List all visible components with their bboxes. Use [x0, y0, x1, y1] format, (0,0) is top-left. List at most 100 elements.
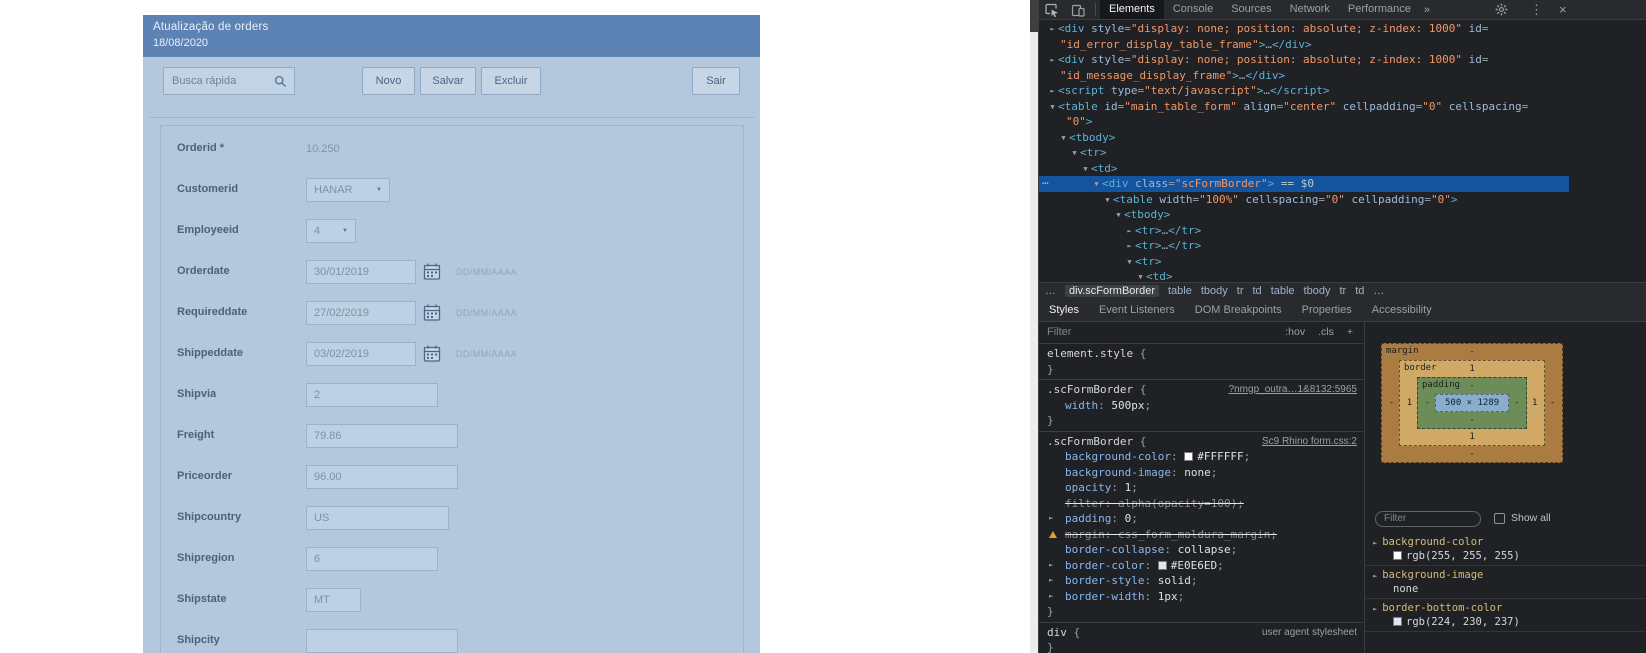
field-input[interactable]: 2 — [306, 383, 438, 407]
computed-property[interactable]: ► background-color rgb(255, 255, 255) — [1365, 533, 1646, 566]
twisty-open-icon[interactable]: ▼ — [1091, 177, 1102, 193]
devtools-tab-sources[interactable]: Sources — [1222, 0, 1280, 19]
breadcrumb-item[interactable]: tbody — [1201, 285, 1228, 297]
styles-tab-accessibility[interactable]: Accessibility — [1362, 304, 1442, 316]
box-model-border[interactable]: border 1 1 padding - - 500 × 1289 - - 1 … — [1399, 360, 1546, 446]
calendar-icon[interactable] — [423, 262, 442, 282]
dom-tree-row[interactable]: ▼ <tbody> — [1039, 207, 1569, 223]
stylesheet-link[interactable]: ?nmgp_outra…1&8132:5965 — [1229, 382, 1357, 398]
styles-tab-styles[interactable]: Styles — [1039, 304, 1089, 316]
inspect-element-icon[interactable] — [1045, 3, 1059, 17]
twisty-closed-icon[interactable]: ► — [1047, 53, 1058, 69]
css-selector[interactable]: .scFormBorder — [1047, 383, 1133, 396]
twisty-closed-icon[interactable]: ► — [1049, 573, 1053, 589]
dom-tree-row[interactable]: ► <div style="display: none; position: ab… — [1039, 52, 1569, 68]
dom-tree-row[interactable]: … ▼ <div class="scFormBorder"> == $0 — [1039, 173, 1569, 193]
field-input[interactable]: MT — [306, 588, 361, 612]
css-property[interactable]: background-color: #FFFFFF; — [1039, 449, 1363, 465]
twisty-closed-icon[interactable]: ► — [1124, 224, 1135, 240]
twisty-closed-icon[interactable]: ► — [1124, 239, 1135, 255]
twisty-open-icon[interactable]: ▼ — [1102, 193, 1113, 209]
field-input[interactable]: US — [306, 506, 449, 530]
novo-button[interactable]: Novo — [362, 67, 415, 95]
breadcrumb-item[interactable]: tr — [1339, 285, 1346, 297]
css-property[interactable]: background-image: none; — [1039, 465, 1363, 481]
css-property[interactable]: ► border-color: #E0E6ED; — [1039, 558, 1363, 574]
css-property[interactable]: filter: alpha(opacity=100); — [1039, 496, 1363, 512]
dom-tree-row[interactable]: ► <tr>…</tr> — [1039, 223, 1569, 239]
dom-tree-row[interactable]: "id_error_display_table_frame">…</div> — [1039, 37, 1569, 53]
field-input[interactable]: 30/01/2019 — [306, 260, 416, 284]
twisty-open-icon[interactable]: ▼ — [1124, 255, 1135, 271]
css-property[interactable]: ► border-width: 1px; — [1039, 589, 1363, 605]
box-model-padding[interactable]: padding - - 500 × 1289 - - — [1417, 377, 1528, 429]
twisty-closed-icon[interactable]: ► — [1373, 572, 1377, 580]
box-model-margin[interactable]: margin - - border 1 1 padding - - 500 × … — [1381, 343, 1564, 463]
dom-tree-row[interactable]: ▼ <tr> — [1039, 254, 1569, 270]
stylesheet-link[interactable]: Sc9 Rhino form.css:2 — [1262, 434, 1357, 450]
breadcrumb-item[interactable]: tbody — [1304, 285, 1331, 297]
box-model-content[interactable]: 500 × 1289 — [1435, 394, 1510, 412]
breadcrumb-item[interactable]: td — [1355, 285, 1364, 297]
field-input[interactable]: 96.00 — [306, 465, 458, 489]
page-scrollbar[interactable] — [1030, 0, 1038, 653]
twisty-closed-icon[interactable]: ► — [1047, 22, 1058, 38]
row-menu-icon[interactable]: … — [1042, 173, 1050, 189]
breadcrumb-item[interactable]: table — [1168, 285, 1192, 297]
pseudo-state-toggle[interactable]: :hov — [1285, 325, 1305, 341]
twisty-open-icon[interactable]: ▼ — [1080, 162, 1091, 178]
stylesheet-link[interactable]: user agent stylesheet — [1262, 625, 1357, 641]
devtools-tab-elements[interactable]: Elements — [1100, 0, 1164, 19]
field-input[interactable]: 79.86 — [306, 424, 458, 448]
twisty-closed-icon[interactable]: ► — [1373, 539, 1377, 547]
dom-tree-row[interactable]: ▼ <table width="100%" cellspacing="0" cel… — [1039, 192, 1569, 208]
quick-search-input[interactable]: Busca rápida — [163, 67, 295, 95]
computed-property[interactable]: ► background-image none — [1365, 566, 1646, 599]
twisty-open-icon[interactable]: ▼ — [1047, 100, 1058, 116]
css-property[interactable]: border-collapse: collapse; — [1039, 542, 1363, 558]
page-scrollbar-thumb[interactable] — [1030, 0, 1038, 32]
sair-button[interactable]: Sair — [692, 67, 740, 95]
devtools-tab-network[interactable]: Network — [1281, 0, 1339, 19]
breadcrumb-item[interactable]: … — [1045, 285, 1056, 297]
twisty-closed-icon[interactable]: ► — [1049, 558, 1053, 574]
dom-tree-row[interactable]: "0"> — [1039, 114, 1569, 130]
more-tabs-icon[interactable]: » — [1424, 4, 1430, 16]
dom-tree-row[interactable]: ► <tr>…</tr> — [1039, 238, 1569, 254]
twisty-closed-icon[interactable]: ► — [1047, 84, 1058, 100]
dom-tree-row[interactable]: ► <script type="text/javascript">…</scrip… — [1039, 83, 1569, 99]
class-toggle[interactable]: .cls — [1318, 325, 1334, 341]
show-all-checkbox[interactable] — [1494, 513, 1505, 524]
breadcrumb-item[interactable]: div.scFormBorder — [1065, 284, 1159, 297]
breadcrumb-item[interactable]: tr — [1237, 285, 1244, 297]
breadcrumb-item[interactable]: … — [1373, 285, 1384, 297]
twisty-closed-icon[interactable]: ► — [1373, 605, 1377, 613]
css-selector[interactable]: div — [1047, 626, 1067, 639]
dom-tree-row[interactable]: ▼ <table id="main_table_form" align="cent… — [1039, 99, 1569, 115]
css-property[interactable]: width: 500px; — [1039, 398, 1363, 414]
calendar-icon[interactable] — [423, 303, 442, 323]
devtools-tab-performance[interactable]: Performance — [1339, 0, 1420, 19]
excluir-button[interactable]: Excluir — [481, 67, 541, 95]
field-select[interactable]: HANAR ▼ — [306, 178, 390, 202]
field-select[interactable]: 4 ▼ — [306, 219, 356, 243]
twisty-open-icon[interactable]: ▼ — [1058, 131, 1069, 147]
salvar-button[interactable]: Salvar — [420, 67, 476, 95]
settings-gear-icon[interactable] — [1495, 3, 1508, 16]
field-input[interactable] — [306, 629, 458, 653]
color-swatch[interactable] — [1157, 560, 1167, 570]
breadcrumb-item[interactable]: td — [1253, 285, 1262, 297]
device-toolbar-icon[interactable] — [1071, 3, 1085, 17]
styles-tab-event-listeners[interactable]: Event Listeners — [1089, 304, 1185, 316]
field-input[interactable]: 6 — [306, 547, 438, 571]
css-property[interactable]: ► border-style: solid; — [1039, 573, 1363, 589]
dom-tree-row[interactable]: ▼ <tr> — [1039, 145, 1569, 161]
styles-tab-properties[interactable]: Properties — [1292, 304, 1362, 316]
computed-property[interactable]: ► border-bottom-color rgb(224, 230, 237) — [1365, 599, 1646, 632]
css-selector[interactable]: element.style — [1047, 347, 1133, 360]
css-selector[interactable]: .scFormBorder — [1047, 435, 1133, 448]
twisty-closed-icon[interactable]: ► — [1049, 589, 1053, 605]
css-property[interactable]: margin: css_form_moldura_margin; — [1039, 527, 1363, 543]
field-input[interactable]: 03/02/2019 — [306, 342, 416, 366]
dom-tree-row[interactable]: "id_message_display_frame">…</div> — [1039, 68, 1569, 84]
